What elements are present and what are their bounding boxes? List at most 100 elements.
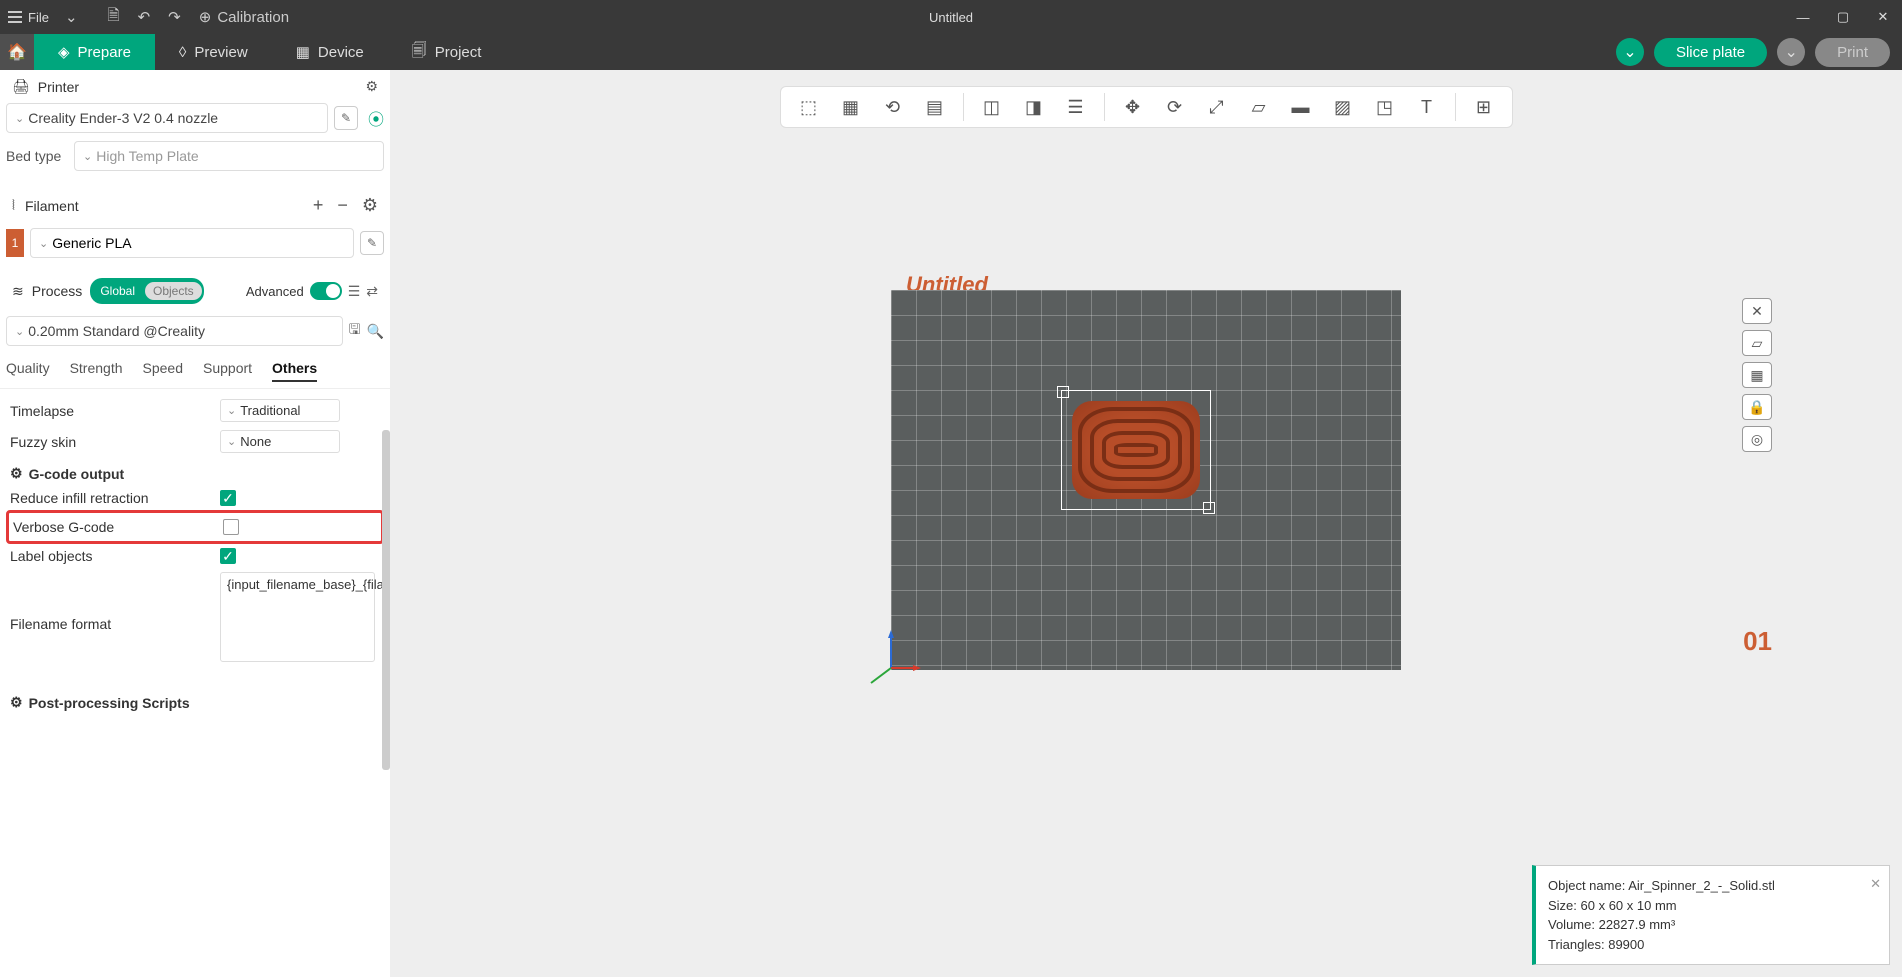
bed-dropdown[interactable]: ⌄ High Temp Plate (74, 141, 384, 171)
model-selection-box[interactable] (1061, 390, 1211, 510)
nav-tabs: 🏠 ◈ Prepare ◊ Preview ▦ Device 🗐 Project… (0, 34, 1902, 70)
advanced-switch[interactable] (310, 282, 342, 300)
support-paint-icon[interactable]: ◳ (1371, 93, 1399, 121)
search-icon[interactable]: 🔍 (367, 323, 384, 340)
print-button[interactable]: Print (1815, 38, 1890, 67)
add-filament-icon[interactable]: + (313, 195, 324, 216)
prepare-icon: ◈ (58, 43, 70, 61)
save-icon[interactable]: 🗎 (108, 5, 120, 30)
bed-label: Bed type (6, 148, 66, 164)
model-object[interactable] (1072, 401, 1200, 499)
remove-filament-icon[interactable]: − (337, 195, 348, 216)
file-menu[interactable]: File (8, 10, 49, 25)
scale-icon[interactable]: ⤢ (1203, 93, 1231, 121)
filename-label: Filename format (10, 616, 220, 632)
print-chevron-icon[interactable]: ⌄ (1777, 38, 1805, 66)
preview-icon: ◊ (179, 44, 186, 61)
split-object-icon[interactable]: ◫ (978, 93, 1006, 121)
text-icon[interactable]: T (1413, 93, 1441, 121)
edit-printer-icon[interactable]: ✎ (334, 106, 358, 130)
tab-device[interactable]: ▦ Device (272, 34, 388, 70)
cut-icon[interactable]: ▬ (1287, 93, 1315, 121)
place-face-icon[interactable]: ▱ (1245, 93, 1273, 121)
tab-quality[interactable]: Quality (6, 360, 50, 382)
assembly-icon[interactable]: ⊞ (1470, 93, 1498, 121)
split-part-icon[interactable]: ◨ (1020, 93, 1048, 121)
filament-dropdown[interactable]: ⌄ Generic PLA (30, 228, 354, 258)
process-section-header: ≋ Process Global Objects Advanced ☰ ⇄ (0, 270, 390, 312)
main: 🖨 Printer ⚙ ⌄ Creality Ender-3 V2 0.4 no… (0, 70, 1902, 977)
close-plate-icon[interactable]: ✕ (1742, 298, 1772, 324)
compare-icon[interactable]: ⇄ (366, 283, 378, 300)
customize-plate-icon[interactable]: ◎ (1742, 426, 1772, 452)
verbose-row: Verbose G-code (13, 515, 377, 539)
device-label: Device (318, 44, 364, 61)
minimize-button[interactable]: — (1784, 0, 1822, 34)
model-ring (1114, 443, 1158, 457)
fuzzy-dropdown[interactable]: ⌄ None (220, 430, 340, 453)
tab-preview[interactable]: ◊ Preview (155, 34, 272, 70)
printer-gear-icon[interactable]: ⚙ (365, 78, 378, 95)
file-chevron-icon[interactable]: ⌄ (65, 8, 78, 26)
layers-icon[interactable]: ☰ (1062, 93, 1090, 121)
add-plate-icon[interactable]: ▦ (837, 93, 865, 121)
filename-input[interactable]: {input_filename_base}_{filament_type[0]}… (220, 572, 375, 662)
slice-button[interactable]: Slice plate (1654, 38, 1767, 67)
verbose-checkbox[interactable] (223, 519, 239, 535)
filament-section-label: Filament (25, 198, 79, 214)
object-info-panel: ✕ Object name: Air_Spinner_2_-_Solid.stl… (1532, 865, 1890, 965)
info-close-icon[interactable]: ✕ (1870, 874, 1881, 894)
mesh-icon[interactable]: ▨ (1329, 93, 1357, 121)
save-preset-icon[interactable]: 🖫 (349, 319, 361, 343)
undo-icon[interactable]: ↶ (138, 8, 151, 26)
tab-others[interactable]: Others (272, 360, 317, 382)
titlebar: File ⌄ 🗎 ↶ ↷ ⊕ Calibration Untitled — ▢ … (0, 0, 1902, 34)
rotate-icon[interactable]: ⟳ (1161, 93, 1189, 121)
wifi-icon[interactable]: ⦿ (368, 106, 384, 130)
filament-gear-icon[interactable]: ⚙ (362, 195, 378, 216)
edit-filament-icon[interactable]: ✎ (360, 231, 384, 255)
list-icon[interactable]: ☰ (348, 283, 361, 300)
tab-speed[interactable]: Speed (143, 360, 183, 382)
timelapse-row: Timelapse ⌄ Traditional (10, 395, 380, 426)
add-cube-icon[interactable]: ⬚ (795, 93, 823, 121)
auto-orient-icon[interactable]: ⟲ (879, 93, 907, 121)
buildplate[interactable] (891, 290, 1401, 670)
process-section-label: Process (32, 283, 83, 299)
tab-project[interactable]: 🗐 Project (388, 34, 506, 70)
process-preset-dropdown[interactable]: ⌄ 0.20mm Standard @Creality (6, 316, 343, 346)
filename-row: Filename format {input_filename_base}_{f… (10, 568, 380, 666)
gcode-section-title: ⚙ G-code output (10, 457, 380, 486)
preset-value: 0.20mm Standard @Creality (28, 323, 205, 339)
home-button[interactable]: 🏠 (0, 34, 34, 70)
chevron-down-icon: ⌄ (15, 112, 24, 125)
plate-number: 01 (1743, 626, 1772, 657)
close-button[interactable]: ✕ (1864, 0, 1902, 34)
separator (1104, 93, 1105, 121)
global-objects-toggle[interactable]: Global Objects (90, 278, 203, 304)
lock-plate-icon[interactable]: 🔒 (1742, 394, 1772, 420)
sidebar-scrollbar[interactable] (382, 430, 390, 770)
tab-support[interactable]: Support (203, 360, 252, 382)
tab-strength[interactable]: Strength (70, 360, 123, 382)
move-icon[interactable]: ✥ (1119, 93, 1147, 121)
printer-dropdown[interactable]: ⌄ Creality Ender-3 V2 0.4 nozzle (6, 103, 328, 133)
arrange-icon[interactable]: ▤ (921, 93, 949, 121)
label-objects-checkbox[interactable]: ✓ (220, 548, 236, 564)
reduce-infill-checkbox[interactable]: ✓ (220, 490, 236, 506)
filament-number: 1 (6, 229, 24, 257)
timelapse-dropdown[interactable]: ⌄ Traditional (220, 399, 340, 422)
settings-body: Timelapse ⌄ Traditional Fuzzy skin ⌄ Non… (0, 389, 390, 721)
calibration-button[interactable]: ⊕ Calibration (199, 8, 289, 26)
redo-icon[interactable]: ↷ (168, 8, 181, 26)
viewport[interactable]: ⬚ ▦ ⟲ ▤ ◫ ◨ ☰ ✥ ⟳ ⤢ ▱ ▬ ▨ ◳ T ⊞ Untitled (390, 70, 1902, 977)
chevron-down-icon: ⌄ (15, 325, 24, 338)
printer-value: Creality Ender-3 V2 0.4 nozzle (28, 110, 218, 126)
gear-icon: ⚙ (10, 465, 23, 482)
maximize-button[interactable]: ▢ (1824, 0, 1862, 34)
arrange-plate-icon[interactable]: ▱ (1742, 330, 1772, 356)
chevron-down-icon: ⌄ (227, 404, 236, 417)
plate-settings-icon[interactable]: ▦ (1742, 362, 1772, 388)
slice-chevron-icon[interactable]: ⌄ (1616, 38, 1644, 66)
tab-prepare[interactable]: ◈ Prepare (34, 34, 155, 70)
